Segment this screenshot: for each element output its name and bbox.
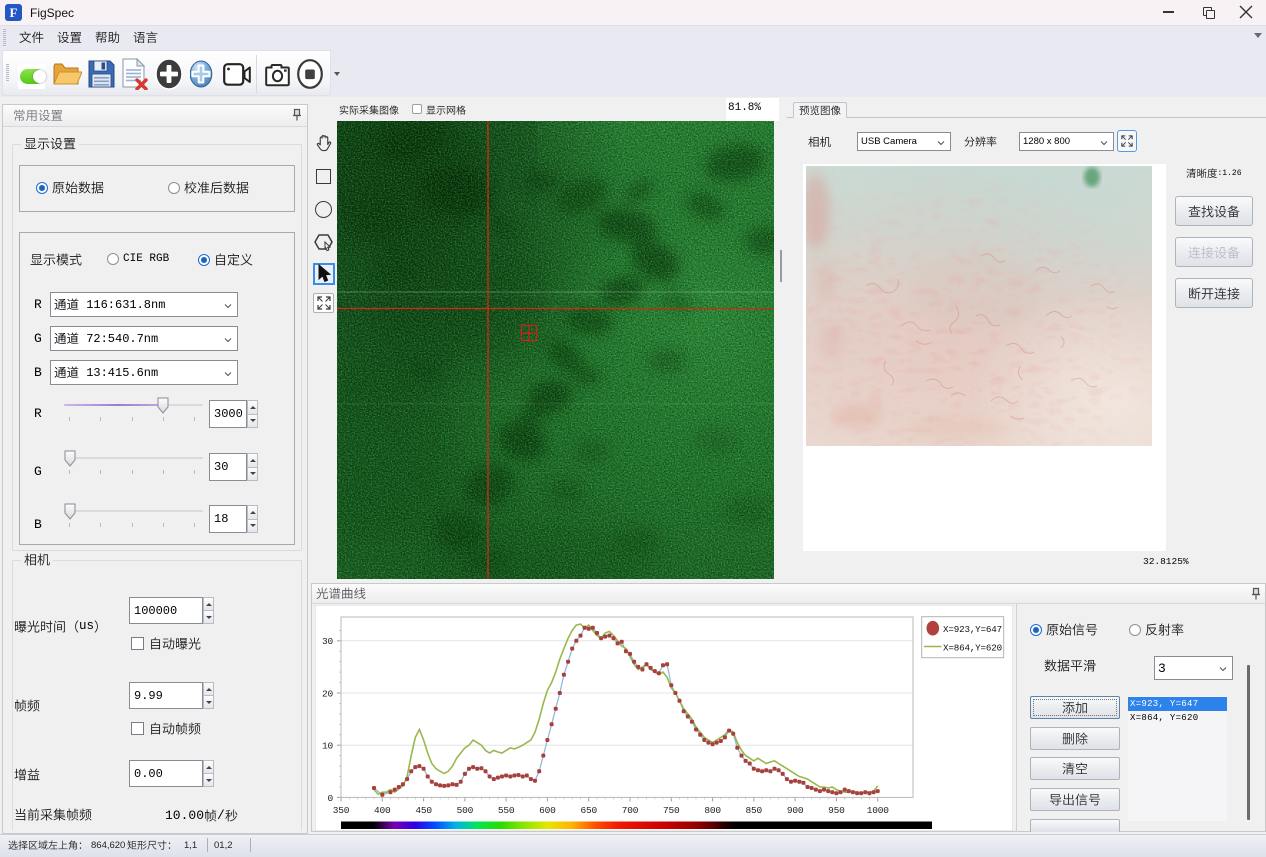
svg-text:600: 600 xyxy=(539,805,556,816)
svg-text:1000: 1000 xyxy=(867,805,890,816)
svg-text:950: 950 xyxy=(828,805,845,816)
svg-text:750: 750 xyxy=(663,805,680,816)
svg-text:800: 800 xyxy=(704,805,721,816)
svg-text:650: 650 xyxy=(580,805,597,816)
svg-text:550: 550 xyxy=(498,805,515,816)
svg-text:900: 900 xyxy=(787,805,804,816)
svg-text:350: 350 xyxy=(333,805,350,816)
svg-text:X=864,Y=620: X=864,Y=620 xyxy=(943,643,1002,654)
svg-text:10: 10 xyxy=(322,741,334,752)
svg-text:500: 500 xyxy=(457,805,474,816)
svg-text:700: 700 xyxy=(622,805,639,816)
svg-text:30: 30 xyxy=(322,636,334,647)
svg-text:X=923,Y=647: X=923,Y=647 xyxy=(943,624,1002,635)
svg-text:850: 850 xyxy=(746,805,763,816)
svg-text:0: 0 xyxy=(327,793,333,804)
svg-text:20: 20 xyxy=(322,688,334,699)
svg-text:400: 400 xyxy=(374,805,391,816)
svg-text:450: 450 xyxy=(415,805,432,816)
